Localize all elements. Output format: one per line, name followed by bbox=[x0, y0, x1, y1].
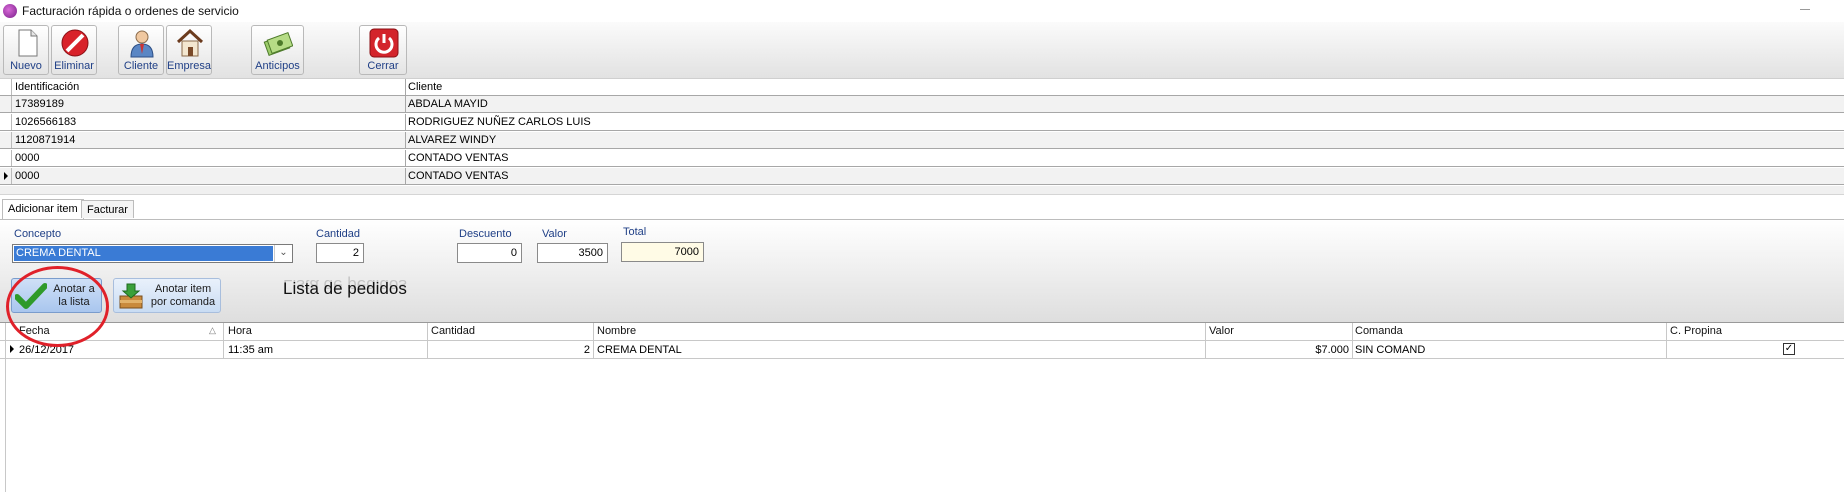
header-cantidad[interactable]: Cantidad bbox=[431, 325, 475, 337]
tab-adicionar-item[interactable]: Adicionar item bbox=[2, 199, 84, 219]
table-row-current[interactable]: 0000 CONTADO VENTAS bbox=[0, 168, 1844, 185]
total-label: Total bbox=[623, 226, 647, 238]
order-cantidad: 2 bbox=[583, 344, 590, 356]
cantidad-label: Cantidad bbox=[316, 228, 361, 240]
company-button[interactable]: Empresa bbox=[166, 25, 212, 75]
order-comanda: SIN COMAND bbox=[1355, 344, 1426, 356]
cantidad-field[interactable]: 2 bbox=[316, 243, 364, 263]
power-icon bbox=[369, 28, 399, 58]
row-pointer-icon bbox=[10, 345, 14, 353]
inbox-tray-icon bbox=[119, 283, 143, 309]
new-document-icon bbox=[18, 29, 38, 57]
grid-spacer bbox=[0, 186, 1844, 195]
orders-title-reflection: Lista de pedidos bbox=[283, 276, 407, 295]
order-valor: $7.000 bbox=[1315, 344, 1349, 356]
delete-button[interactable]: Eliminar bbox=[51, 25, 97, 75]
header-identificacion[interactable]: Identificación bbox=[15, 81, 79, 93]
order-nombre: CREMA DENTAL bbox=[597, 344, 682, 356]
advances-button[interactable]: Anticipos bbox=[251, 25, 304, 75]
descuento-label: Descuento bbox=[459, 228, 512, 240]
money-icon bbox=[263, 32, 293, 56]
valor-field[interactable]: 3500 bbox=[537, 243, 608, 263]
table-row[interactable]: 1120871914 ALVAREZ WINDY bbox=[0, 132, 1844, 149]
new-button[interactable]: Nuevo bbox=[3, 25, 49, 75]
client-button[interactable]: Cliente bbox=[118, 25, 164, 75]
orders-grid-header bbox=[0, 323, 1844, 341]
concepto-select[interactable]: CREMA DENTAL ⌄ bbox=[12, 244, 293, 263]
clients-grid-header: Identificación Cliente bbox=[0, 79, 1844, 96]
delete-icon bbox=[61, 29, 89, 57]
tab-facturar[interactable]: Facturar bbox=[81, 200, 134, 218]
header-hora[interactable]: Hora bbox=[228, 325, 252, 337]
table-row[interactable] bbox=[0, 341, 1844, 359]
close-button[interactable]: Cerrar bbox=[359, 25, 407, 75]
concepto-label: Concepto bbox=[14, 228, 62, 240]
descuento-field[interactable]: 0 bbox=[457, 243, 522, 263]
header-valor[interactable]: Valor bbox=[1209, 325, 1234, 337]
header-comanda[interactable]: Comanda bbox=[1355, 325, 1403, 337]
row-pointer-icon bbox=[4, 172, 8, 180]
clients-grid: Identificación Cliente 17389189 ABDALA M… bbox=[0, 79, 1844, 187]
client-icon bbox=[130, 30, 154, 58]
header-nombre[interactable]: Nombre bbox=[597, 325, 636, 337]
total-field: 7000 bbox=[621, 242, 704, 262]
window-title: Facturación rápida o ordenes de servicio bbox=[22, 4, 239, 18]
propina-checkbox[interactable]: ✓ bbox=[1783, 343, 1795, 355]
order-hora: 11:35 am bbox=[228, 344, 274, 356]
title-bar bbox=[0, 0, 1844, 22]
chevron-down-icon[interactable]: ⌄ bbox=[274, 245, 292, 262]
highlight-circle bbox=[6, 266, 109, 347]
app-icon bbox=[3, 4, 17, 18]
table-row[interactable]: 0000 CONTADO VENTAS bbox=[0, 150, 1844, 167]
tab-panel bbox=[0, 219, 1844, 322]
header-cliente[interactable]: Cliente bbox=[408, 81, 442, 93]
annotate-by-command-button[interactable]: Anotar item por comanda bbox=[113, 278, 221, 313]
table-row[interactable]: 17389189 ABDALA MAYID bbox=[0, 96, 1844, 113]
valor-label: Valor bbox=[542, 228, 567, 240]
header-c-propina[interactable]: C. Propina bbox=[1670, 325, 1722, 337]
table-row[interactable]: 1026566183 RODRIGUEZ NUÑEZ CARLOS LUIS bbox=[0, 114, 1844, 131]
minimize-icon[interactable] bbox=[1800, 9, 1810, 10]
company-icon bbox=[176, 28, 204, 57]
sort-up-icon: △ bbox=[209, 325, 216, 335]
